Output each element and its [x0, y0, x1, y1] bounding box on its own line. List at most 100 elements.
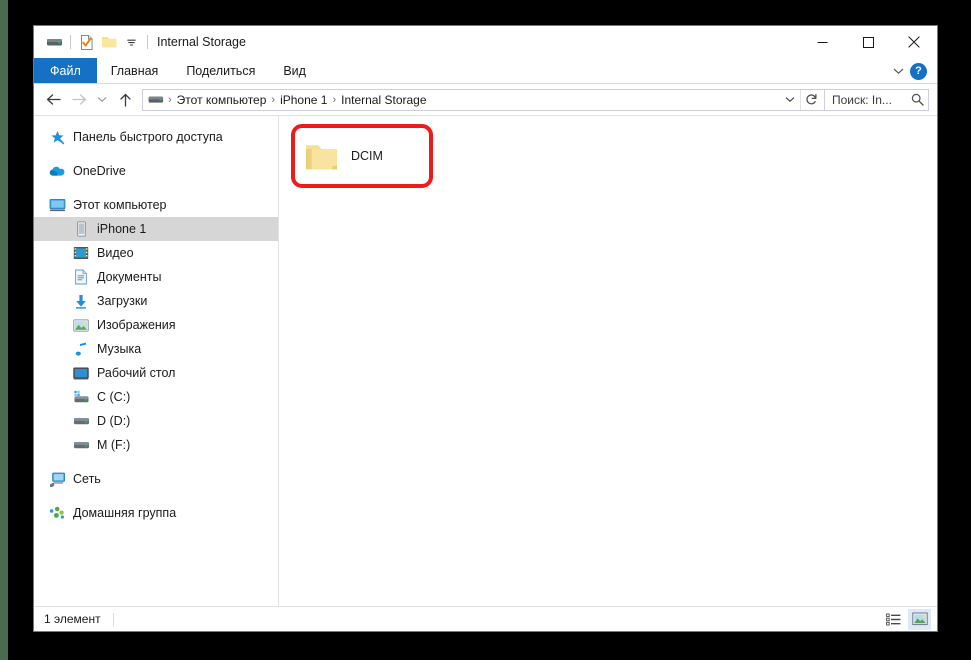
status-bar: 1 элемент — [34, 606, 937, 631]
tab-share[interactable]: Поделиться — [172, 58, 269, 83]
breadcrumb-this-pc[interactable]: Этот компьютер — [174, 93, 270, 107]
sidebar-label: Сеть — [73, 472, 101, 486]
address-bar-actions — [780, 90, 822, 110]
sidebar-label: C (C:) — [97, 390, 130, 404]
video-icon — [72, 244, 90, 262]
up-button[interactable] — [112, 87, 138, 113]
status-divider — [113, 613, 114, 626]
sidebar-item-video[interactable]: Видео — [34, 241, 278, 265]
qat-divider-2 — [147, 35, 148, 49]
sidebar-label: Рабочий стол — [97, 366, 175, 380]
explorer-body: Панель быстрого доступа OneDrive — [34, 115, 937, 606]
help-icon[interactable]: ? — [910, 63, 927, 80]
forward-button[interactable] — [66, 87, 92, 113]
sidebar-label: M (F:) — [97, 438, 130, 452]
breadcrumb-separator: › — [166, 94, 174, 106]
maximize-button[interactable] — [845, 26, 891, 58]
customize-chevron-icon[interactable] — [120, 31, 142, 53]
file-list-pane[interactable]: DCIM — [279, 116, 937, 606]
sidebar-item-drive-d[interactable]: D (D:) — [34, 409, 278, 433]
refresh-icon[interactable] — [800, 90, 822, 110]
downloads-arrow-icon — [72, 292, 90, 310]
file-name: DCIM — [351, 149, 383, 163]
navigation-pane: Панель быстрого доступа OneDrive — [34, 116, 279, 606]
new-folder-icon[interactable] — [98, 31, 120, 53]
breadcrumb-separator: › — [330, 94, 338, 106]
system-drive-icon — [72, 388, 90, 406]
search-box[interactable]: Поиск: In... — [825, 89, 929, 111]
drive-icon — [72, 412, 90, 430]
tab-home[interactable]: Главная — [97, 58, 173, 83]
sidebar-spacer — [34, 183, 278, 193]
onedrive-cloud-icon — [48, 162, 66, 180]
search-input[interactable]: Поиск: In... — [832, 93, 911, 107]
address-dropdown-chevron-icon[interactable] — [780, 90, 800, 110]
properties-icon[interactable] — [76, 31, 98, 53]
address-device-icon — [148, 94, 164, 105]
address-bar[interactable]: › Этот компьютер › iPhone 1 › Internal S… — [142, 89, 825, 111]
sidebar-item-network[interactable]: Сеть — [34, 467, 278, 491]
minimize-button[interactable] — [799, 26, 845, 58]
sidebar-item-this-pc[interactable]: Этот компьютер — [34, 193, 278, 217]
title-bar: Internal Storage — [34, 26, 937, 58]
large-icons-view-button[interactable] — [908, 609, 931, 630]
search-icon[interactable] — [911, 93, 924, 106]
close-button[interactable] — [891, 26, 937, 58]
tab-view[interactable]: Вид — [269, 58, 320, 83]
breadcrumb-iphone-1[interactable]: iPhone 1 — [277, 93, 330, 107]
this-pc-monitor-icon — [48, 196, 66, 214]
expand-ribbon-chevron-icon[interactable] — [893, 67, 904, 75]
sidebar-label: iPhone 1 — [97, 222, 146, 236]
sidebar-spacer — [34, 457, 278, 467]
phone-icon — [72, 220, 90, 238]
tab-file[interactable]: Файл — [34, 58, 97, 83]
sidebar-label: Домашняя группа — [73, 506, 176, 520]
pin-star-icon — [48, 128, 66, 146]
sidebar-label: Этот компьютер — [73, 198, 166, 212]
sidebar-item-iphone-1[interactable]: iPhone 1 — [34, 217, 278, 241]
window-controls — [799, 26, 937, 58]
sidebar-label: Панель быстрого доступа — [73, 130, 223, 144]
sidebar-item-drive-m[interactable]: M (F:) — [34, 433, 278, 457]
file-explorer-window: Internal Storage Файл Главная Поделиться… — [33, 25, 938, 632]
sidebar-label: Музыка — [97, 342, 141, 356]
sidebar-item-pictures[interactable]: Изображения — [34, 313, 278, 337]
sidebar-item-onedrive[interactable]: OneDrive — [34, 159, 278, 183]
sidebar-item-music[interactable]: Музыка — [34, 337, 278, 361]
ribbon-right-controls: ? — [893, 58, 933, 84]
view-mode-buttons — [882, 609, 931, 630]
navigation-bar: › Этот компьютер › iPhone 1 › Internal S… — [34, 84, 937, 115]
sidebar-spacer — [34, 491, 278, 501]
sidebar-label: D (D:) — [97, 414, 130, 428]
back-button[interactable] — [40, 87, 66, 113]
homegroup-icon — [48, 504, 66, 522]
sidebar-item-downloads[interactable]: Загрузки — [34, 289, 278, 313]
sidebar-item-homegroup[interactable]: Домашняя группа — [34, 501, 278, 525]
ribbon-tab-bar: Файл Главная Поделиться Вид ? — [34, 58, 937, 84]
details-view-button[interactable] — [882, 609, 905, 630]
sidebar-label: Документы — [97, 270, 161, 284]
sidebar-label: OneDrive — [73, 164, 126, 178]
folder-icon — [305, 142, 338, 171]
desktop-left-strip — [0, 0, 8, 660]
sidebar-label: Видео — [97, 246, 134, 260]
file-item-dcim[interactable]: DCIM — [297, 129, 425, 183]
sidebar-spacer — [34, 149, 278, 159]
item-count: 1 элемент — [44, 612, 101, 626]
sidebar-item-quick-access[interactable]: Панель быстрого доступа — [34, 125, 278, 149]
sidebar-item-documents[interactable]: Документы — [34, 265, 278, 289]
network-icon — [48, 470, 66, 488]
window-title: Internal Storage — [157, 35, 246, 49]
sidebar-item-desktop[interactable]: Рабочий стол — [34, 361, 278, 385]
recent-locations-chevron-icon[interactable] — [92, 87, 112, 113]
documents-icon — [72, 268, 90, 286]
drive-icon — [72, 436, 90, 454]
breadcrumb-separator: › — [269, 94, 277, 106]
pictures-icon — [72, 316, 90, 334]
screen: Internal Storage Файл Главная Поделиться… — [0, 0, 971, 660]
device-icon[interactable] — [43, 31, 65, 53]
sidebar-label: Загрузки — [97, 294, 147, 308]
sidebar-item-drive-c[interactable]: C (C:) — [34, 385, 278, 409]
sidebar-label: Изображения — [97, 318, 176, 332]
breadcrumb-internal-storage[interactable]: Internal Storage — [338, 93, 429, 107]
